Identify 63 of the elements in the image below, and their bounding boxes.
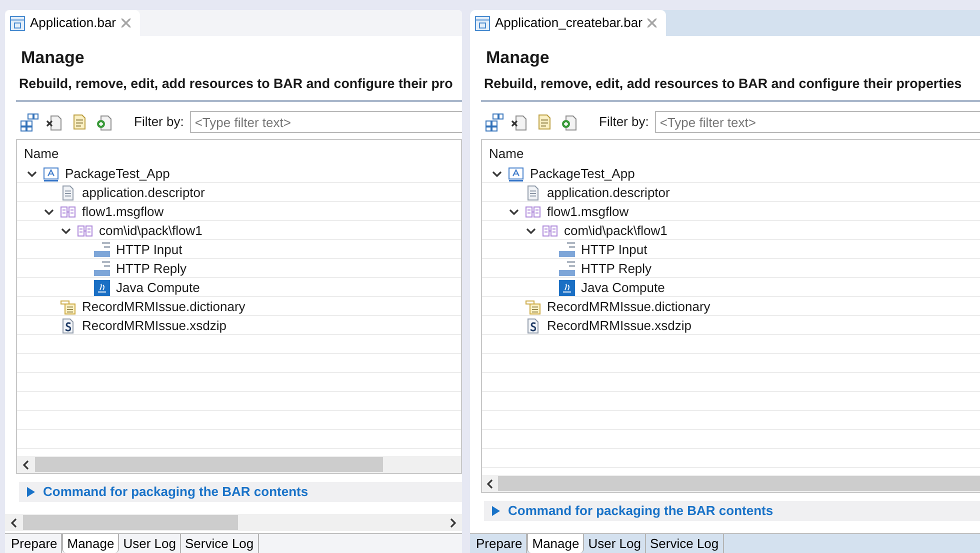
tree-item[interactable]: com\id\pack\flow1: [564, 220, 668, 240]
add-document-button[interactable]: [95, 112, 114, 132]
node-icon: [558, 240, 576, 258]
tree-item[interactable]: RecordMRMIssue.xsdzip: [547, 316, 692, 336]
archive-icon: [9, 14, 26, 32]
page-heading: Manage: [486, 47, 550, 69]
filter-label: Filter by:: [599, 113, 649, 132]
remove-document-button[interactable]: [45, 112, 64, 132]
page-tab[interactable]: Service Log: [180, 534, 259, 553]
node-icon: [93, 240, 111, 258]
archive-icon: [474, 14, 491, 32]
tree-item[interactable]: HTTP Reply: [581, 258, 652, 278]
application-icon: [42, 164, 60, 182]
caret-icon: [27, 487, 35, 497]
page-tab[interactable]: Service Log: [646, 534, 724, 553]
dictionary-icon: [59, 298, 77, 316]
tree-item[interactable]: application.descriptor: [82, 182, 205, 202]
page-tab[interactable]: Manage: [62, 534, 120, 553]
tree-item[interactable]: application.descriptor: [547, 182, 670, 202]
editor-tab[interactable]: Application.bar: [5, 10, 140, 36]
filter-field[interactable]: <Type filter text>: [190, 111, 462, 133]
tree-item[interactable]: flow1.msgflow: [547, 202, 629, 222]
filter-field[interactable]: <Type filter text>: [654, 111, 980, 133]
tree-item[interactable]: RecordMRMIssue.dictionary: [82, 296, 246, 316]
grid-button[interactable]: [485, 112, 504, 132]
column-header: Name: [489, 146, 524, 161]
tree-item[interactable]: PackageTest_App: [65, 164, 170, 184]
scrollbar-thumb[interactable]: [35, 457, 383, 472]
tree-item[interactable]: HTTP Reply: [116, 258, 187, 278]
page-tab[interactable]: User Log: [119, 534, 181, 553]
scrollbar-thumb[interactable]: [498, 476, 980, 491]
section-toggle[interactable]: Command for packaging the BAR contents: [484, 501, 980, 521]
tree-item[interactable]: RecordMRMIssue.xsdzip: [82, 316, 226, 336]
grid-button[interactable]: [20, 112, 39, 132]
node-icon: [93, 260, 111, 278]
tree-item[interactable]: HTTP Input: [116, 240, 182, 260]
remove-document-button[interactable]: [510, 112, 529, 132]
tree-item[interactable]: HTTP Input: [581, 240, 648, 260]
scrollbar-thumb[interactable]: [23, 515, 238, 530]
tree-item[interactable]: RecordMRMIssue.dictionary: [547, 296, 710, 316]
node-icon: [558, 260, 576, 278]
page-heading: Manage: [21, 47, 86, 69]
tree-item[interactable]: Java Compute: [116, 278, 200, 298]
column-header: Name: [24, 146, 59, 161]
application-icon: [507, 164, 525, 182]
tree-item[interactable]: com\id\pack\flow1: [99, 220, 202, 240]
page-tab[interactable]: User Log: [584, 534, 646, 553]
tree-item[interactable]: flow1.msgflow: [82, 202, 164, 222]
add-document-button[interactable]: [560, 112, 579, 132]
editor-tab[interactable]: Application_createbar.bar: [470, 10, 666, 36]
tree-item[interactable]: PackageTest_App: [530, 164, 635, 184]
java-node-icon: [93, 278, 111, 296]
caret-icon: [492, 506, 500, 516]
page-description: Rebuild, remove, edit, add resources to BAR and configure their properties: [484, 75, 963, 93]
close-icon[interactable]: [646, 17, 658, 29]
filter-label: Filter by:: [134, 113, 184, 132]
tree-item[interactable]: Java Compute: [581, 278, 665, 298]
page-description: Rebuild, remove, edit, add resources to BAR and configure their pro: [19, 75, 454, 93]
page-tab[interactable]: Manage: [527, 534, 584, 553]
dictionary-icon: [524, 298, 542, 316]
java-node-icon: [558, 278, 576, 296]
section-toggle[interactable]: Command for packaging the BAR contents: [19, 482, 462, 502]
close-icon[interactable]: [120, 17, 132, 29]
